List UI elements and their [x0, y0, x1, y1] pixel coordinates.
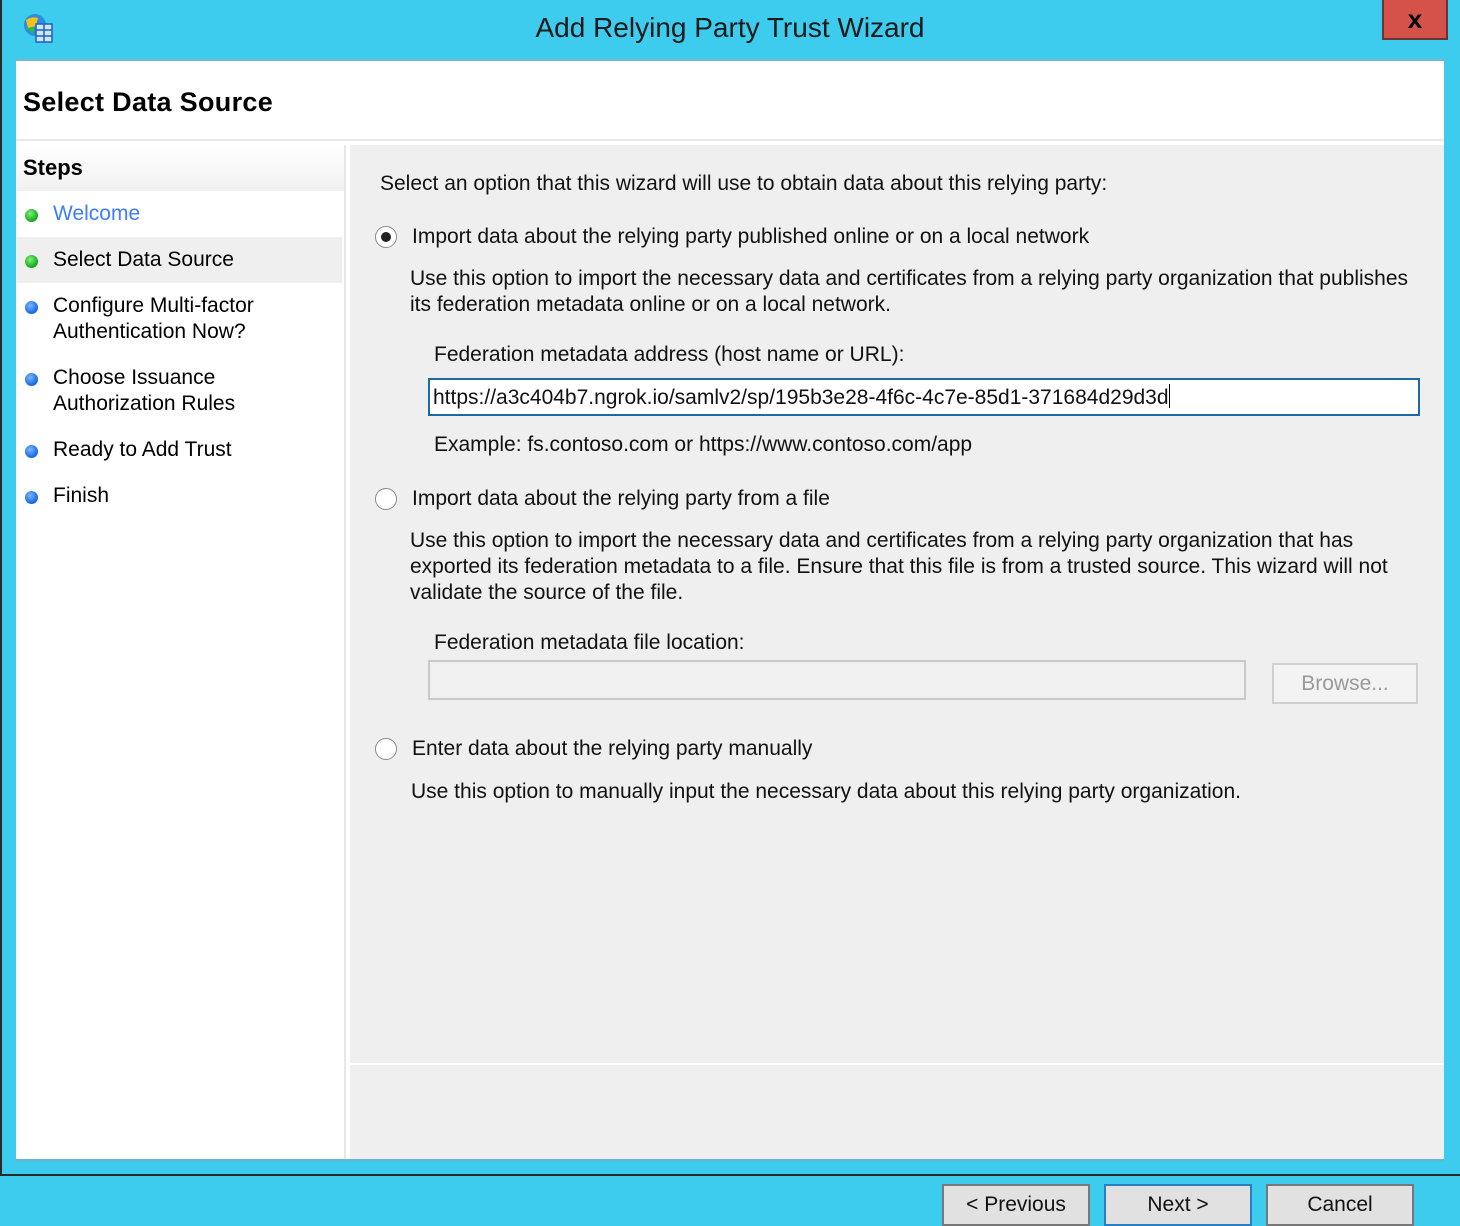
steps-heading: Steps	[16, 145, 344, 191]
step-label-line2: Authorization Rules	[53, 392, 236, 415]
intro-text: Select an option that this wizard will u…	[380, 172, 1108, 195]
step-pending-icon	[25, 373, 38, 386]
step-label: Select Data Source	[53, 248, 234, 271]
step-configure-mfa: Configure Multi-factor Authentication No…	[16, 283, 344, 355]
step-current-icon	[25, 255, 38, 268]
radio-import-online[interactable]	[375, 226, 397, 248]
description-line: validate the source of the file.	[410, 581, 684, 604]
step-label: Ready to Add Trust	[53, 438, 232, 461]
panel-divider	[344, 145, 346, 1161]
client-bottom-border	[14, 1159, 1444, 1161]
radio-enter-manually[interactable]	[375, 738, 397, 760]
metadata-file-input[interactable]	[428, 660, 1246, 700]
wizard-client-area: Select Data Source Steps Welcome Select …	[16, 59, 1444, 1226]
main-panel: Select an option that this wizard will u…	[350, 145, 1444, 1226]
option-import-file-description: Use this option to import the necessary …	[410, 528, 1388, 606]
cancel-button[interactable]: Cancel	[1266, 1184, 1414, 1226]
step-pending-icon	[25, 445, 38, 458]
footer-separator	[350, 1063, 1444, 1065]
step-label-line1: Choose Issuance	[53, 366, 216, 389]
close-button[interactable]: x	[1382, 0, 1448, 40]
step-label: Finish	[53, 484, 110, 507]
text-caret	[1168, 384, 1170, 408]
page-title: Select Data Source	[23, 87, 274, 117]
description-line: Use this option to manually input the ne…	[411, 780, 1241, 803]
option-enter-manually-label[interactable]: Enter data about the relying party manua…	[412, 737, 812, 761]
metadata-address-value: https://a3c404b7.ngrok.io/samlv2/sp/195b…	[433, 386, 1169, 409]
window-title: Add Relying Party Trust Wizard	[535, 12, 925, 43]
step-finish: Finish	[16, 473, 344, 519]
next-button[interactable]: Next >	[1104, 1184, 1252, 1226]
step-ready-to-add-trust: Ready to Add Trust	[16, 427, 344, 473]
step-issuance-authorization-rules: Choose Issuance Authorization Rules	[16, 355, 344, 427]
option-enter-manually-description: Use this option to manually input the ne…	[411, 779, 1241, 805]
metadata-address-input[interactable]: https://a3c404b7.ngrok.io/samlv2/sp/195b…	[428, 378, 1420, 416]
metadata-address-example: Example: fs.contoso.com or https://www.c…	[434, 433, 973, 456]
step-welcome[interactable]: Welcome	[16, 191, 344, 237]
metadata-address-label: Federation metadata address (host name o…	[434, 343, 905, 366]
step-pending-icon	[25, 491, 38, 504]
step-completed-icon	[25, 209, 38, 222]
window-edge	[0, 0, 2, 1176]
option-import-online-description: Use this option to import the necessary …	[410, 266, 1408, 318]
step-label-line1: Configure Multi-factor	[53, 294, 254, 317]
option-import-online-label[interactable]: Import data about the relying party publ…	[412, 225, 1089, 249]
step-select-data-source: Select Data Source	[16, 237, 342, 283]
option-import-file-label[interactable]: Import data about the relying party from…	[412, 487, 830, 511]
radio-import-file[interactable]	[375, 488, 397, 510]
description-line: its federation metadata online or on a l…	[410, 293, 891, 316]
browse-button[interactable]: Browse...	[1272, 663, 1418, 704]
close-icon: x	[1407, 3, 1423, 34]
metadata-file-label: Federation metadata file location:	[434, 631, 745, 654]
steps-panel: Steps Welcome Select Data Source Configu…	[16, 145, 344, 1161]
step-label-line2: Authentication Now?	[53, 320, 246, 343]
previous-button[interactable]: < Previous	[942, 1184, 1090, 1226]
description-line: Use this option to import the necessary …	[410, 529, 1354, 552]
description-line: Use this option to import the necessary …	[410, 267, 1409, 290]
title-bar[interactable]: Add Relying Party Trust Wizard x	[2, 0, 1458, 60]
step-pending-icon	[25, 301, 38, 314]
description-line: exported its federation metadata to a fi…	[410, 555, 1388, 578]
step-label: Welcome	[53, 202, 141, 225]
wizard-header: Select Data Source	[16, 61, 1444, 141]
